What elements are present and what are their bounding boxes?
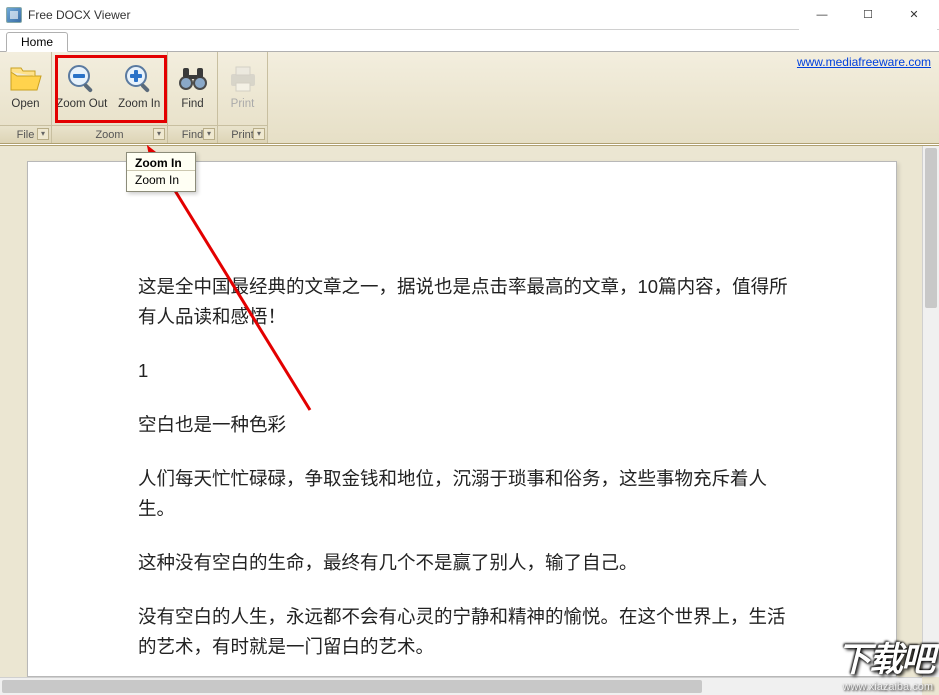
document-area: 这是全中国最经典的文章之一，据说也是点击率最高的文章，10篇内容，值得所有人品读…: [0, 145, 939, 695]
find-dialog-launcher[interactable]: ▾: [203, 128, 215, 140]
app-icon: [6, 7, 22, 23]
binoculars-icon: [177, 60, 209, 98]
zoom-in-button[interactable]: Zoom In: [112, 55, 166, 124]
open-button[interactable]: Open: [1, 55, 50, 124]
file-dialog-launcher[interactable]: ▾: [37, 128, 49, 140]
document-page: 这是全中国最经典的文章之一，据说也是点击率最高的文章，10篇内容，值得所有人品读…: [27, 161, 897, 677]
scrollbar-thumb[interactable]: [2, 680, 702, 693]
zoom-in-label: Zoom In: [118, 98, 160, 111]
print-dialog-launcher[interactable]: ▾: [253, 128, 265, 140]
group-label-zoom: Zoom ▾: [52, 125, 167, 143]
ribbon: Open File ▾ Zoom Out: [0, 52, 939, 144]
website-link[interactable]: www.mediafreeware.com: [797, 55, 931, 69]
open-label: Open: [11, 98, 39, 111]
find-label: Find: [181, 98, 203, 111]
tab-home[interactable]: Home: [6, 32, 68, 52]
paragraph: 空白也是一种色彩: [138, 410, 796, 440]
tooltip-body: Zoom In: [127, 171, 195, 191]
tooltip: Zoom In Zoom In: [126, 152, 196, 192]
zoom-out-label: Zoom Out: [56, 98, 107, 111]
paragraph: 这是全中国最经典的文章之一，据说也是点击率最高的文章，10篇内容，值得所有人品读…: [138, 272, 796, 332]
maximize-button[interactable]: ☐: [845, 0, 891, 30]
tab-strip: Home: [0, 30, 939, 52]
group-label-find: Find ▾: [168, 125, 217, 143]
ribbon-group-file: Open File ▾: [0, 52, 52, 143]
paragraph: 人们每天忙忙碌碌，争取金钱和地位，沉溺于琐事和俗务，这些事物充斥着人生。: [138, 464, 796, 524]
printer-icon: [228, 60, 258, 98]
zoom-dialog-launcher[interactable]: ▾: [153, 128, 165, 140]
zoom-out-button[interactable]: Zoom Out: [53, 55, 110, 124]
zoom-out-icon: [66, 60, 98, 98]
group-label-file: File ▾: [0, 125, 51, 143]
find-button[interactable]: Find: [169, 55, 216, 124]
folder-open-icon: [9, 60, 43, 98]
zoom-in-icon: [123, 60, 155, 98]
ribbon-group-zoom: Zoom Out Zoom In Zoom ▾: [52, 52, 168, 143]
paragraph: 1: [138, 356, 796, 386]
print-label: Print: [231, 98, 255, 111]
ribbon-group-find: Find Find ▾: [168, 52, 218, 143]
paragraph: 没有空白的人生，永远都不会有心灵的宁静和精神的愉悦。在这个世界上，生活的艺术，有…: [138, 602, 796, 662]
close-button[interactable]: ✕: [891, 0, 937, 30]
window-title: Free DOCX Viewer: [28, 8, 130, 22]
title-bar: Free DOCX Viewer — ☐ ✕: [0, 0, 939, 30]
minimize-button[interactable]: —: [799, 0, 845, 30]
group-label-print: Print ▾: [218, 125, 267, 143]
vertical-scrollbar[interactable]: [922, 146, 939, 677]
print-button[interactable]: Print: [219, 55, 266, 124]
ribbon-group-print: Print Print ▾: [218, 52, 268, 143]
horizontal-scrollbar[interactable]: [0, 677, 922, 695]
scrollbar-thumb[interactable]: [925, 148, 937, 308]
paragraph: 这种没有空白的生命，最终有几个不是赢了别人，输了自己。: [138, 548, 796, 578]
tooltip-title: Zoom In: [127, 153, 195, 171]
